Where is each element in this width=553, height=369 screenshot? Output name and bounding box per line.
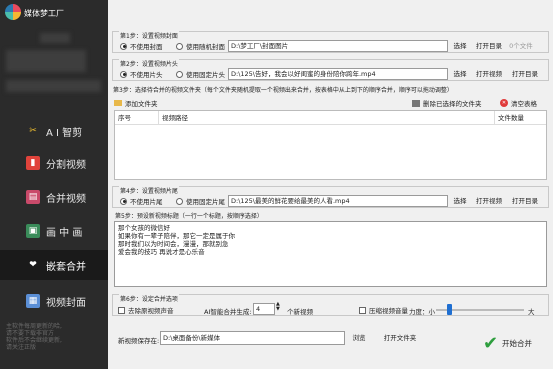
main-panel: 第1步：设置视频封面 不使用封面 使用随机封面 D:\梦工厂\封面图片 选择 打… — [108, 0, 553, 369]
sidebar-item-picture-in-picture[interactable]: ▣ 画 中 画 — [0, 216, 108, 246]
step3-title: 第3步：选择待合并的视频文件夹（每个文件夹随机提取一个视频出来合并，按表格中从上… — [112, 85, 454, 94]
save-path-field[interactable]: D:\桌面备份\新媒体 — [160, 331, 345, 345]
intro-select-button[interactable]: 选择 — [449, 68, 471, 80]
intro-option-fixed[interactable]: 使用固定片头 — [176, 69, 225, 79]
radio-icon — [176, 197, 183, 205]
folder-table[interactable]: 序号 视频路径 文件数量 — [114, 110, 547, 180]
ai-count-suffix: 个新视频 — [287, 308, 313, 316]
radio-icon — [176, 42, 183, 50]
cover-file-count: 0个文件 — [509, 42, 533, 50]
sidebar-item-nested-merge[interactable]: ❤ 嵌套合并 — [0, 250, 108, 280]
sidebar-item-label: 嵌套合并 — [46, 261, 86, 273]
intro-path-field[interactable]: D:\125\告好，我会以好闺蜜的身份陪你跨年.mp4 — [228, 68, 448, 80]
clear-table-button[interactable]: ✕ 清空表格 — [500, 98, 537, 108]
ai-merge-label: AI智能合并生成: — [204, 308, 252, 316]
outro-select-button[interactable]: 选择 — [449, 195, 471, 207]
outro-option-fixed[interactable]: 使用固定片尾 — [176, 196, 225, 206]
app-logo-icon — [5, 4, 21, 20]
radio-icon — [120, 70, 127, 78]
column-header-count[interactable]: 文件数量 — [495, 111, 546, 125]
open-folder-button[interactable]: 打开文件夹 — [380, 332, 420, 344]
picture-in-picture-icon: ▣ — [26, 224, 40, 238]
outro-open-video-button[interactable]: 打开视频 — [474, 195, 504, 207]
nested-merge-icon: ❤ — [29, 260, 37, 270]
intro-open-dir-button[interactable]: 打开目录 — [510, 68, 540, 80]
sidebar-item-label: A I 智剪 — [46, 127, 83, 139]
radio-icon — [120, 42, 127, 50]
step6-group: 第6步：设定合并选项 — [112, 294, 549, 316]
sidebar-item-video-cover[interactable]: ▦ 视频封面 — [0, 286, 108, 316]
outro-path-field[interactable]: D:\125\最美的鲜花要给最美的人看.mp4 — [228, 195, 448, 207]
intro-open-video-button[interactable]: 打开视频 — [474, 68, 504, 80]
radio-icon — [176, 70, 183, 78]
strength-label: 力度：小 — [409, 308, 435, 316]
strength-slider-thumb[interactable] — [447, 304, 453, 315]
sidebar-item-ai-cut[interactable]: ✂ A I 智剪 — [0, 116, 108, 146]
blurred-region — [6, 50, 86, 72]
cover-open-dir-button[interactable]: 打开目录 — [474, 40, 504, 52]
outro-open-dir-button[interactable]: 打开目录 — [510, 195, 540, 207]
cover-select-button[interactable]: 选择 — [449, 40, 471, 52]
checkbox-icon — [359, 306, 366, 314]
browse-button[interactable]: 浏览 — [348, 332, 370, 344]
column-header-index[interactable]: 序号 — [115, 111, 159, 125]
sidebar-item-split-video[interactable]: ▮ 分割视频 — [0, 148, 108, 178]
step1-title: 第1步：设置视频封面 — [119, 31, 179, 40]
split-video-icon: ▮ — [26, 156, 40, 170]
add-folder-button[interactable]: 添加文件夹 — [114, 98, 158, 108]
compress-audio-checkbox[interactable]: 压缩视频音量 — [359, 305, 408, 315]
sidebar-tips: 主软件每周更新的哈, 请不要下载非官方 软件后不会继续更新, 请关注正版 — [6, 323, 62, 351]
sidebar-item-merge-video[interactable]: ▤ 合并视频 — [0, 182, 108, 212]
column-header-path[interactable]: 视频路径 — [159, 111, 495, 125]
sidebar: 媒体梦工厂 ✂ A I 智剪 ▮ 分割视频 ▤ 合并视频 ▣ 画 中 画 ❤ 嵌… — [0, 0, 108, 369]
sidebar-item-label: 合并视频 — [46, 193, 86, 205]
blurred-region — [40, 33, 70, 43]
intro-option-none[interactable]: 不使用片头 — [120, 69, 163, 79]
step6-title: 第6步：设定合并选项 — [119, 294, 179, 303]
strength-max-label: 大 — [528, 308, 535, 316]
ai-cut-icon: ✂ — [29, 126, 37, 136]
merge-video-icon: ▤ — [26, 190, 40, 204]
folder-icon — [114, 100, 122, 106]
cover-option-random[interactable]: 使用随机封面 — [176, 41, 225, 51]
clear-icon: ✕ — [500, 99, 508, 107]
sidebar-item-label: 视频封面 — [46, 297, 86, 309]
delete-selected-folder-button[interactable]: 删除已选择的文件夹 — [412, 98, 482, 108]
blurred-region — [6, 80, 101, 92]
step4-title: 第4步：设置视频片尾 — [119, 186, 179, 195]
table-header: 序号 视频路径 文件数量 — [115, 111, 546, 125]
radio-icon — [120, 197, 127, 205]
titles-textarea[interactable]: 那个女孩的微信好 如果你有一辈子陪伴，那它一定是属于你 那时我们以为时间会，漫漫… — [114, 221, 547, 287]
checkbox-icon — [118, 306, 125, 314]
start-merge-button[interactable]: ✔ 开始合并 — [470, 325, 545, 361]
sidebar-item-label: 分割视频 — [46, 159, 86, 171]
sidebar-item-label: 画 中 画 — [46, 227, 83, 239]
checkmark-icon: ✔ — [482, 332, 499, 354]
step2-title: 第2步：设置视频片头 — [119, 59, 179, 68]
step5-title: 第5步：预设新视频标题（一行一个标题，按顺序选择） — [114, 211, 264, 220]
app-title: 媒体梦工厂 — [24, 9, 64, 18]
stepper-arrows-icon[interactable]: ▲ ▼ — [276, 302, 280, 312]
delete-folder-icon — [412, 99, 420, 107]
outro-option-none[interactable]: 不使用片尾 — [120, 196, 163, 206]
cover-path-field[interactable]: D:\梦工厂\封面图片 — [228, 40, 448, 52]
video-cover-icon: ▦ — [26, 294, 40, 308]
cover-option-none[interactable]: 不使用封面 — [120, 41, 163, 51]
save-path-label: 新视频保存在: — [118, 337, 160, 345]
remove-audio-checkbox[interactable]: 去除原视频声音 — [118, 305, 174, 315]
ai-count-stepper[interactable]: 4 — [253, 303, 275, 315]
